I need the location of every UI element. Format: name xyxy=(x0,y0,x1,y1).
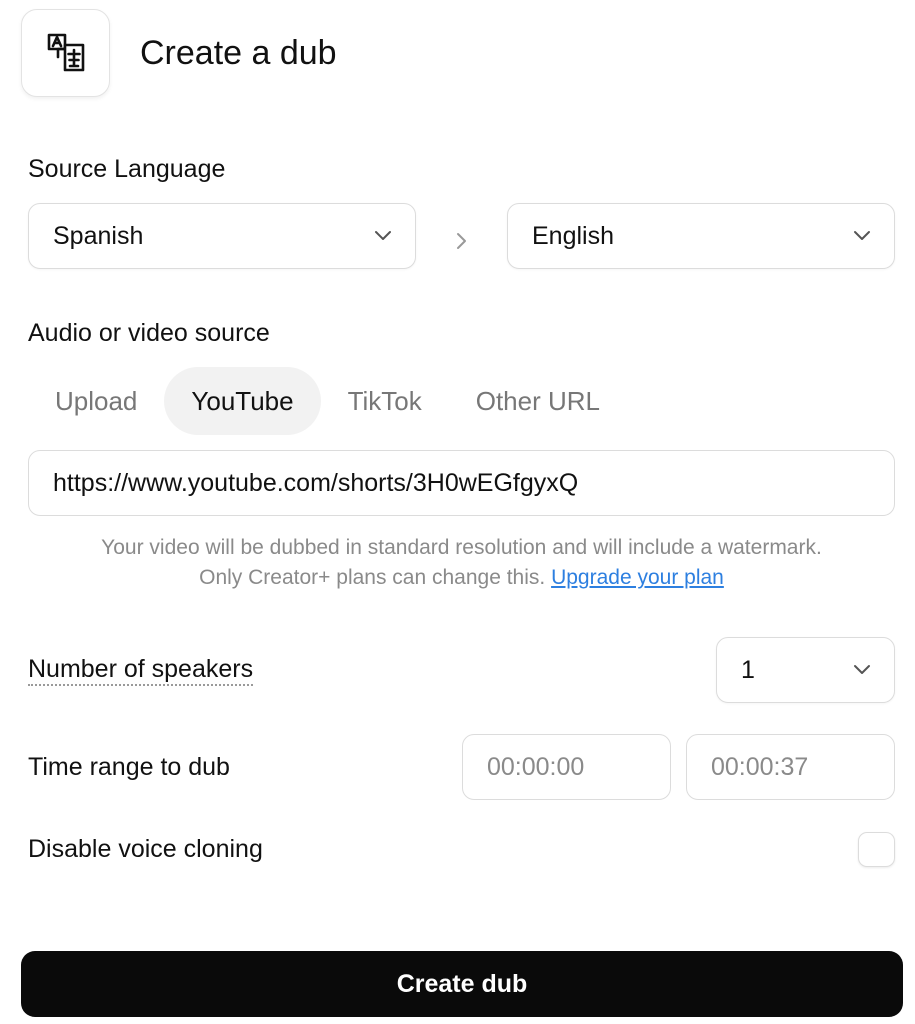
notice-line-2-text: Only Creator+ plans can change this. xyxy=(199,566,552,589)
notice-line-1: Your video will be dubbed in standard re… xyxy=(101,536,822,559)
tab-youtube[interactable]: YouTube xyxy=(164,367,321,435)
time-end-input[interactable] xyxy=(686,734,895,800)
chevron-right-icon xyxy=(449,226,473,256)
header-icon-box xyxy=(21,9,110,97)
time-start-input[interactable] xyxy=(462,734,671,800)
page-title: Create a dub xyxy=(140,34,337,72)
notice-line-2: Only Creator+ plans can change this. Upg… xyxy=(28,563,895,593)
chevron-down-icon xyxy=(373,226,393,246)
translate-icon xyxy=(47,33,84,72)
source-language-select[interactable]: Spanish xyxy=(28,203,416,269)
chevron-down-icon xyxy=(852,660,872,680)
tab-tiktok[interactable]: TikTok xyxy=(321,367,449,435)
watermark-notice: Your video will be dubbed in standard re… xyxy=(28,533,895,593)
create-dub-button[interactable]: Create dub xyxy=(21,951,903,1017)
chevron-down-icon xyxy=(852,226,872,246)
target-language-select[interactable]: English xyxy=(507,203,895,269)
voice-cloning-label: Disable voice cloning xyxy=(28,835,263,863)
youtube-url-input[interactable] xyxy=(28,450,895,516)
speakers-select[interactable]: 1 xyxy=(716,637,895,703)
upgrade-plan-link[interactable]: Upgrade your plan xyxy=(551,566,724,589)
speakers-value: 1 xyxy=(741,655,755,684)
tab-other-url[interactable]: Other URL xyxy=(449,367,627,435)
tab-upload[interactable]: Upload xyxy=(28,367,164,435)
speakers-label: Number of speakers xyxy=(28,654,254,686)
source-language-value: Spanish xyxy=(53,221,144,250)
speakers-label-text: Number of speakers xyxy=(28,655,254,686)
source-tabs: Upload YouTube TikTok Other URL xyxy=(28,367,627,435)
time-range-label: Time range to dub xyxy=(28,753,230,781)
media-source-label: Audio or video source xyxy=(28,319,270,347)
source-language-label: Source Language xyxy=(28,155,226,183)
disable-voice-cloning-checkbox[interactable] xyxy=(858,832,895,867)
target-language-value: English xyxy=(532,221,614,250)
